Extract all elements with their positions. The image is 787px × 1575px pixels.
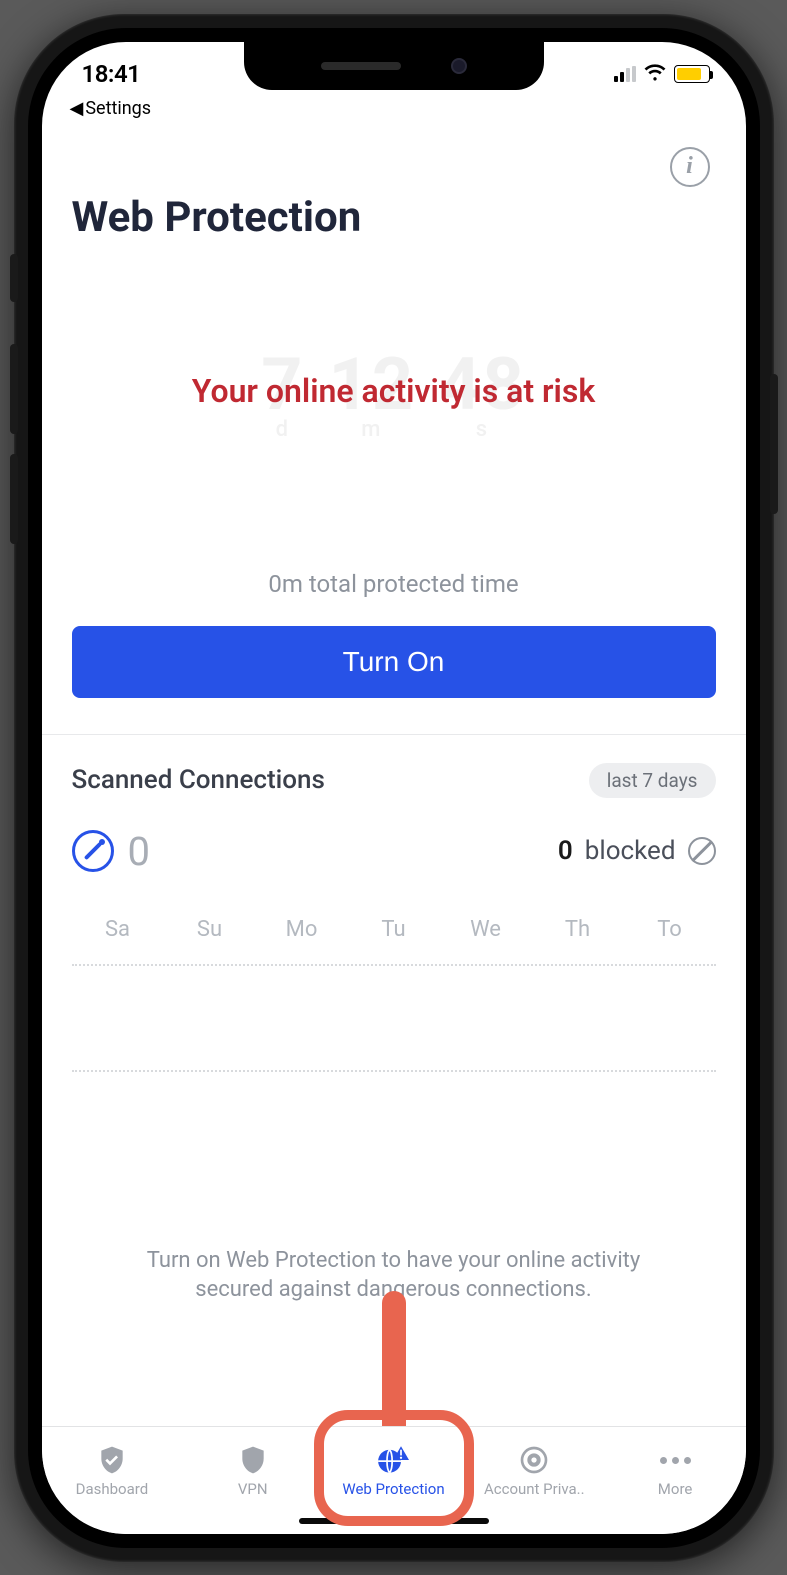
battery-icon xyxy=(674,65,710,83)
speaker xyxy=(321,62,401,70)
wifi-icon xyxy=(644,63,666,85)
tab-web-protection[interactable]: Web Protection xyxy=(323,1427,464,1516)
back-label: Settings xyxy=(85,98,151,119)
link-shield-icon xyxy=(237,1444,269,1476)
blocked-icon xyxy=(688,837,716,865)
chart-day-label: Tu xyxy=(348,917,440,942)
content: i Web Protection 7d 12m 48s Your online … xyxy=(42,125,746,1426)
screen: 18:41 ◀ Settings i xyxy=(42,42,746,1534)
power-button xyxy=(770,374,778,514)
volume-down-button xyxy=(10,454,18,544)
front-camera xyxy=(451,58,467,74)
tab-label: Dashboard xyxy=(76,1480,149,1498)
more-icon xyxy=(660,1444,691,1476)
chart-day-label: Su xyxy=(164,917,256,942)
mute-switch xyxy=(10,254,18,302)
chart-area xyxy=(72,964,716,1174)
tab-label: Web Protection xyxy=(342,1480,444,1498)
status-time: 18:41 xyxy=(82,60,141,88)
tab-label: More xyxy=(658,1480,693,1498)
turn-on-button[interactable]: Turn On xyxy=(72,626,716,698)
globe-alert-icon xyxy=(377,1444,409,1476)
protected-time-label: 0m total protected time xyxy=(72,570,716,598)
cellular-signal-icon xyxy=(614,66,636,82)
back-to-settings[interactable]: ◀ Settings xyxy=(42,96,746,125)
home-indicator[interactable] xyxy=(299,1518,489,1524)
back-chevron-icon: ◀ xyxy=(70,98,84,119)
hero-section: 7d 12m 48s Your online activity is at ri… xyxy=(72,242,716,410)
blocked-label: blocked xyxy=(585,836,676,866)
target-icon xyxy=(518,1444,550,1476)
tab-label: VPN xyxy=(238,1480,268,1498)
compass-icon xyxy=(72,830,114,872)
stat-row: 0 0 blocked xyxy=(72,812,716,887)
phone-frame: 18:41 ◀ Settings i xyxy=(14,14,774,1562)
chart-day-label: To xyxy=(624,917,716,942)
scanned-title: Scanned Connections xyxy=(72,765,325,795)
page-title: Web Protection xyxy=(72,187,716,242)
tab-account-privacy[interactable]: Account Priva.. xyxy=(464,1427,605,1516)
blocked-count: 0 xyxy=(558,836,573,866)
period-pill[interactable]: last 7 days xyxy=(589,763,716,798)
chart-day-label: Mo xyxy=(256,917,348,942)
chart-day-label: We xyxy=(440,917,532,942)
chart-day-labels: SaSuMoTuWeThTo xyxy=(72,917,716,942)
tab-label: Account Priva.. xyxy=(484,1480,585,1498)
tab-dashboard[interactable]: Dashboard xyxy=(42,1427,183,1516)
scanned-header: Scanned Connections last 7 days xyxy=(72,735,716,812)
tab-more[interactable]: More xyxy=(605,1427,746,1516)
volume-up-button xyxy=(10,344,18,434)
risk-warning: Your online activity is at risk xyxy=(72,372,716,410)
info-icon[interactable]: i xyxy=(670,147,710,187)
scanned-count: 0 xyxy=(128,828,150,875)
chart: SaSuMoTuWeThTo xyxy=(72,917,716,1174)
shield-check-icon xyxy=(96,1444,128,1476)
callout-arrow-icon xyxy=(360,1291,428,1426)
chart-day-label: Sa xyxy=(72,917,164,942)
chart-day-label: Th xyxy=(532,917,624,942)
footer-message: Turn on Web Protection to have your onli… xyxy=(72,1246,716,1305)
tab-vpn[interactable]: VPN xyxy=(182,1427,323,1516)
notch xyxy=(244,42,544,90)
